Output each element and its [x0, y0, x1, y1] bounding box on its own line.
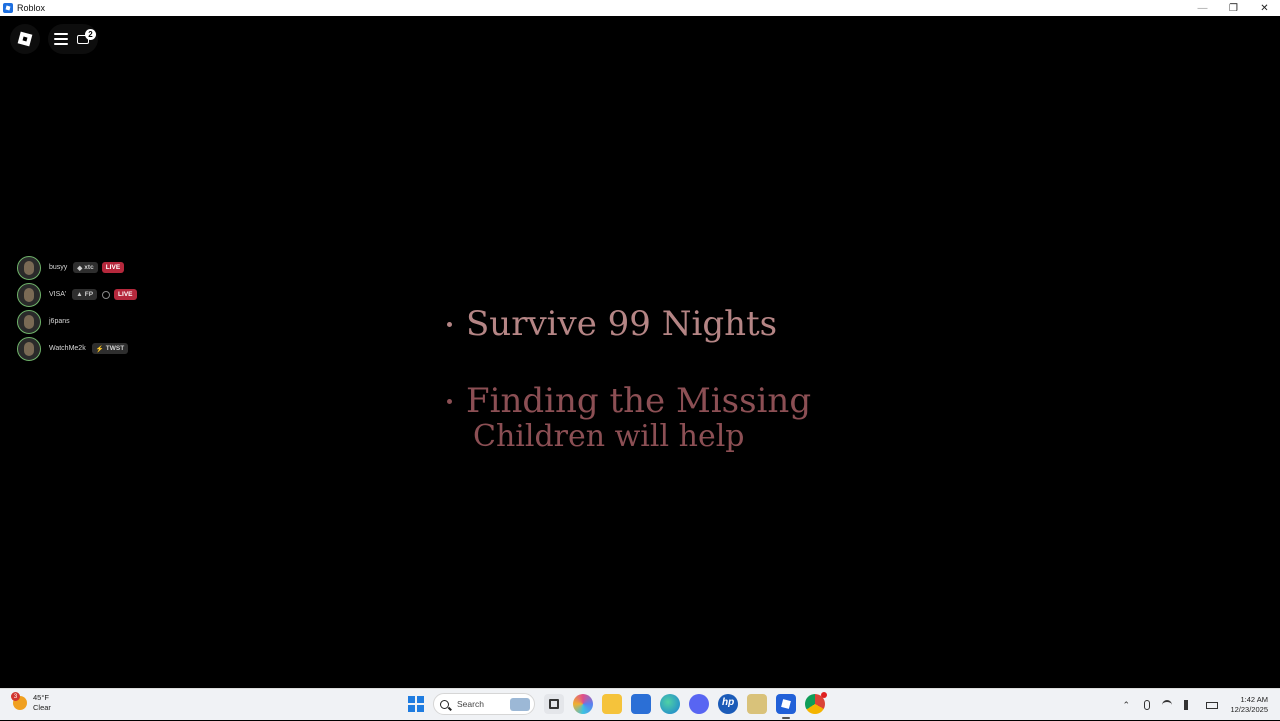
chevron-up-icon[interactable]: ⌃	[1122, 700, 1132, 710]
player-name: busyy	[49, 264, 68, 271]
discord-icon[interactable]	[689, 694, 709, 714]
windows-taskbar: 3 45°F Clear Search hp ⌃ 1:42 AM 12/23/2…	[0, 688, 1280, 720]
diamond-icon: ◆	[77, 264, 83, 272]
drop-icon: ▲	[76, 291, 83, 298]
edge-icon[interactable]	[660, 694, 680, 714]
player-avatar	[17, 282, 41, 307]
hp-icon[interactable]: hp	[718, 694, 738, 714]
chat-icon[interactable]: 2	[76, 29, 96, 47]
player-list: busyy ◆ xtc LIVE VISA' ▲ FP LIVE j6pans …	[17, 255, 137, 361]
weather-badge: 3	[11, 692, 20, 701]
search-icon	[440, 699, 449, 709]
clock-time: 1:42 AM	[1240, 695, 1268, 704]
player-avatar	[17, 255, 41, 280]
player-avatar	[17, 309, 41, 334]
player-tag: ⚡ TWST	[91, 343, 129, 354]
live-badge: LIVE	[101, 262, 125, 273]
player-avatar	[17, 336, 41, 361]
player-row[interactable]: WatchMe2k ⚡ TWST	[17, 336, 137, 361]
battery-icon[interactable]	[1206, 701, 1219, 709]
taskbar-apps: Search hp	[408, 692, 827, 719]
search-placeholder: Search	[457, 699, 484, 709]
microphone-icon[interactable]	[1144, 700, 1151, 710]
chat-badge: 2	[85, 29, 96, 40]
roblox-menu-button[interactable]	[10, 24, 40, 54]
player-name: j6pans	[49, 318, 70, 325]
clock[interactable]: 1:42 AM 12/23/2025	[1230, 695, 1268, 715]
player-name: WatchMe2k	[49, 345, 86, 352]
close-button[interactable]: ✕	[1249, 0, 1280, 16]
objective-line-3: Children will help	[473, 419, 745, 454]
objective-line-1: Survive 99 Nights	[447, 302, 811, 346]
microsoft-store-icon[interactable]	[631, 694, 651, 714]
topbar-menu-group: 2	[48, 24, 98, 54]
taskbar-search[interactable]: Search	[433, 693, 535, 715]
player-row[interactable]: busyy ◆ xtc LIVE	[17, 255, 137, 280]
sun-icon: 3	[11, 692, 27, 710]
notepad-icon[interactable]	[747, 694, 767, 714]
player-row[interactable]: VISA' ▲ FP LIVE	[17, 282, 137, 307]
window-titlebar: Roblox — ❐ ✕	[0, 0, 1280, 16]
status-icon	[102, 290, 111, 299]
wifi-icon[interactable]	[1162, 700, 1173, 710]
hamburger-menu-icon[interactable]	[54, 33, 68, 45]
roblox-app-icon	[3, 3, 13, 13]
window-controls: — ❐ ✕	[1187, 0, 1280, 16]
weather-temp: 45°F	[33, 693, 49, 702]
game-viewport[interactable]: 2 busyy ◆ xtc LIVE VISA' ▲ FP LIVE j6pan…	[0, 16, 1280, 688]
bullet-icon	[447, 321, 452, 327]
copilot-icon[interactable]	[573, 694, 593, 714]
file-explorer-icon[interactable]	[602, 694, 622, 714]
restore-button[interactable]: ❐	[1218, 0, 1249, 16]
live-badge: LIVE	[114, 289, 137, 300]
bullet-icon	[447, 398, 452, 404]
task-view-icon[interactable]	[544, 694, 564, 714]
roblox-topbar: 2	[10, 24, 98, 54]
clock-date: 12/23/2025	[1230, 705, 1268, 714]
search-highlight-icon	[510, 698, 530, 711]
chrome-icon[interactable]	[805, 692, 827, 714]
player-tag: ▲ FP	[72, 289, 98, 300]
weather-desc: Clear	[33, 703, 51, 712]
weather-widget[interactable]: 3 45°F Clear	[11, 692, 51, 713]
bolt-icon: ⚡	[95, 345, 104, 353]
player-row[interactable]: j6pans	[17, 309, 137, 334]
objective-line-2: Finding the Missing	[447, 379, 811, 423]
start-button[interactable]	[408, 696, 424, 712]
objectives-text: Survive 99 Nights Finding the Missing Ch…	[447, 302, 811, 454]
roblox-logo-icon	[17, 31, 33, 47]
minimize-button[interactable]: —	[1187, 0, 1218, 16]
system-tray: ⌃ 1:42 AM 12/23/2025	[1116, 689, 1280, 721]
player-tag: ◆ xtc	[73, 262, 98, 273]
player-name: VISA'	[49, 291, 67, 298]
roblox-taskbar-icon[interactable]	[776, 694, 796, 719]
volume-icon[interactable]	[1184, 700, 1194, 710]
window-title: Roblox	[17, 3, 46, 13]
